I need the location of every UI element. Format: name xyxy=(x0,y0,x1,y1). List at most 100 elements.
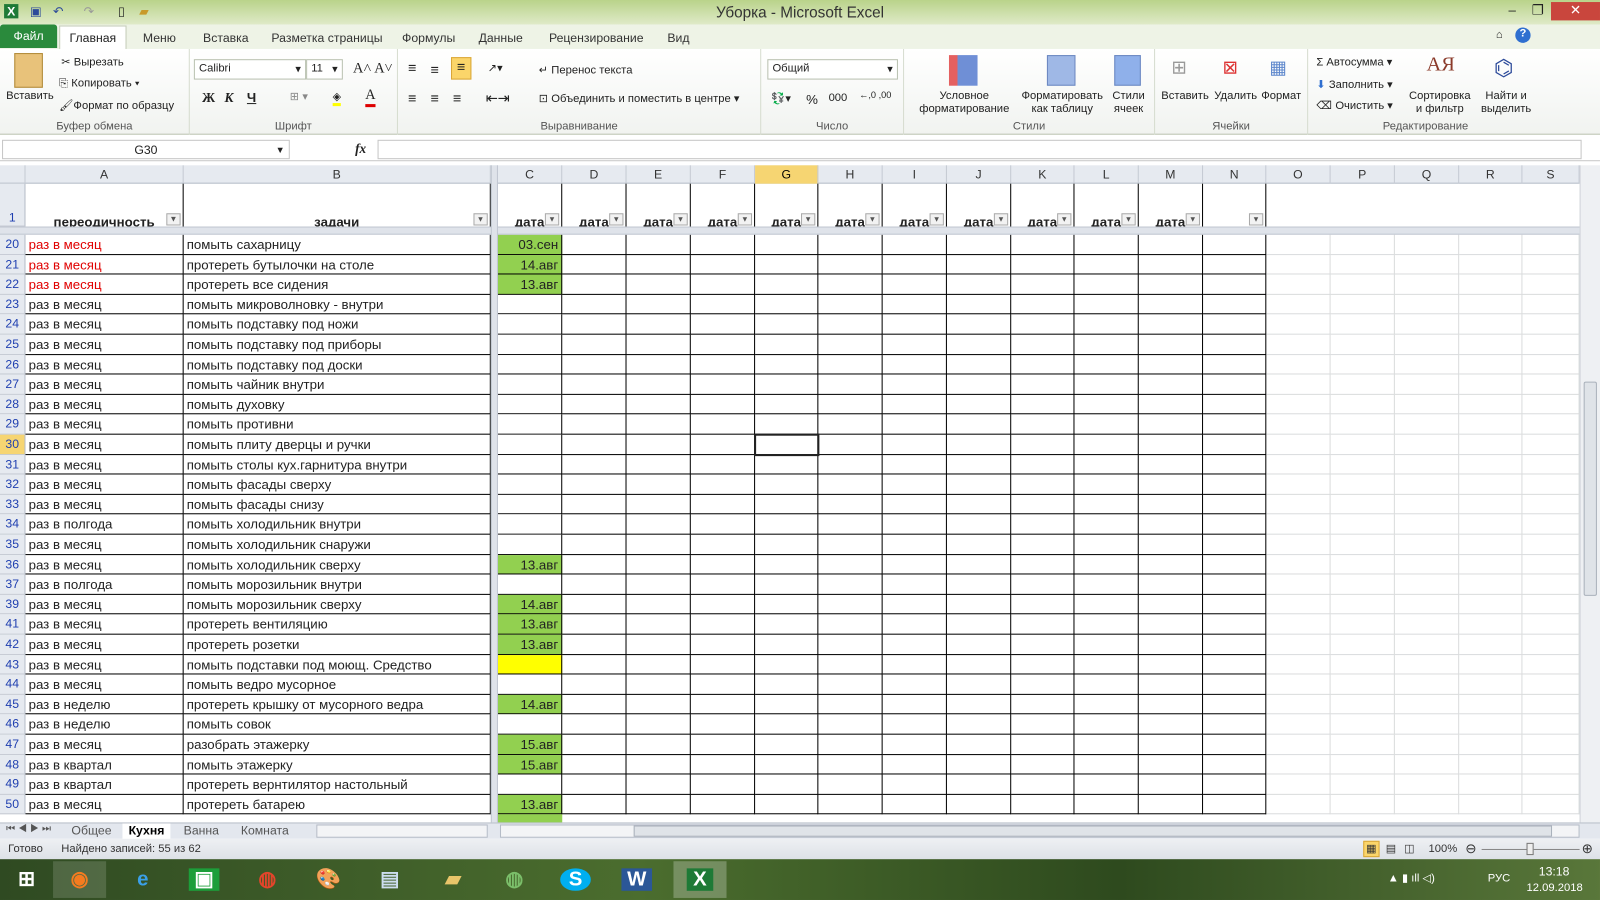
autosum-button[interactable]: Σ Автосумма ▾ xyxy=(1316,55,1392,68)
cell-empty[interactable] xyxy=(562,694,627,715)
cell-empty[interactable] xyxy=(755,234,819,255)
cell-empty[interactable] xyxy=(1074,794,1139,815)
filter-dropdown-icon[interactable]: ▾ xyxy=(1121,213,1136,226)
cell-periodicity[interactable]: раз в месяц xyxy=(25,254,184,275)
cell-task[interactable]: помыть подставку под ножи xyxy=(183,314,491,335)
cell-date[interactable]: 03.сен xyxy=(497,234,563,255)
store-icon[interactable]: ▣ xyxy=(178,861,231,898)
cell-periodicity[interactable]: раз в месяц xyxy=(25,374,184,395)
cell-empty[interactable] xyxy=(818,694,883,715)
cell-periodicity[interactable]: раз в месяц xyxy=(25,274,184,295)
filter-dropdown-icon[interactable]: ▾ xyxy=(609,213,624,226)
cell-task[interactable]: помыть духовку xyxy=(183,394,491,415)
cell-date[interactable]: 15.авг xyxy=(497,734,563,755)
cell-empty[interactable] xyxy=(1203,754,1267,775)
cell-empty[interactable] xyxy=(562,734,627,755)
formula-input[interactable] xyxy=(377,139,1582,160)
cell-task[interactable]: помыть столы кух.гарнитура внутри xyxy=(183,454,491,475)
cell-date[interactable] xyxy=(497,414,563,435)
cell-empty[interactable] xyxy=(626,394,691,415)
cell-empty[interactable] xyxy=(626,274,691,295)
number-format-select[interactable]: Общий ▾ xyxy=(767,59,898,80)
row-header[interactable]: 20 xyxy=(0,234,26,255)
cell-empty[interactable] xyxy=(1138,254,1204,275)
column-header-I[interactable]: I xyxy=(883,165,947,184)
cell-task[interactable]: протереть бутылочки на столе xyxy=(183,254,491,275)
cell-empty[interactable] xyxy=(562,674,627,695)
delete-cells-button[interactable]: Удалить xyxy=(1214,90,1257,102)
cell-empty[interactable] xyxy=(1138,734,1204,755)
cell-empty[interactable] xyxy=(1330,294,1395,315)
cell-empty[interactable] xyxy=(1011,694,1075,715)
cell-empty[interactable] xyxy=(562,614,627,635)
zoom-level[interactable]: 100% xyxy=(1429,843,1458,855)
cell-task[interactable]: протереть крышку от мусорного ведра xyxy=(183,694,491,715)
cell-empty[interactable] xyxy=(1074,434,1139,455)
chrome-icon[interactable]: ◍ xyxy=(241,861,294,898)
cell-empty[interactable] xyxy=(626,734,691,755)
cell-empty[interactable] xyxy=(626,354,691,375)
cell-empty[interactable] xyxy=(755,734,819,755)
horizontal-scrollbar-left[interactable] xyxy=(316,824,488,838)
cell-date[interactable]: 13.авг xyxy=(497,794,563,815)
cell-empty[interactable] xyxy=(1011,514,1075,535)
filter-dropdown-icon[interactable]: ▾ xyxy=(1185,213,1200,226)
cell-empty[interactable] xyxy=(818,394,883,415)
cell-empty[interactable] xyxy=(562,794,627,815)
cell-empty[interactable] xyxy=(626,794,691,815)
find-select-button[interactable]: Найти и выделить xyxy=(1473,90,1538,117)
cell-date[interactable]: 15.авг xyxy=(497,754,563,775)
cell-empty[interactable] xyxy=(946,574,1012,595)
cell-empty[interactable] xyxy=(1203,714,1267,735)
cell-empty[interactable] xyxy=(946,354,1012,375)
cell-empty[interactable] xyxy=(1459,314,1523,335)
cell-empty[interactable] xyxy=(562,534,627,555)
cell-empty[interactable] xyxy=(1203,354,1267,375)
column-header-Q[interactable]: Q xyxy=(1395,165,1460,184)
cell-empty[interactable] xyxy=(1330,534,1395,555)
cell-empty[interactable] xyxy=(1330,394,1395,415)
align-middle-icon[interactable]: ≡ xyxy=(431,61,439,77)
cell-empty[interactable] xyxy=(690,694,756,715)
cell-empty[interactable] xyxy=(1074,654,1139,675)
row-header[interactable]: 22 xyxy=(0,274,26,295)
cell-empty[interactable] xyxy=(1522,794,1580,815)
cell-empty[interactable] xyxy=(1330,674,1395,695)
filter-dropdown-icon[interactable]: ▾ xyxy=(473,213,488,226)
cell-date[interactable] xyxy=(497,774,563,795)
cell-empty[interactable] xyxy=(562,434,627,455)
row-header[interactable]: 48 xyxy=(0,754,26,775)
cell-empty[interactable] xyxy=(946,514,1012,535)
cell-task[interactable]: протереть все сидения xyxy=(183,274,491,295)
cell-empty[interactable] xyxy=(946,414,1012,435)
cell-empty[interactable] xyxy=(562,414,627,435)
cell-periodicity[interactable]: раз в квартал xyxy=(25,774,184,795)
cell-empty[interactable] xyxy=(1459,434,1523,455)
cell-empty[interactable] xyxy=(946,534,1012,555)
cell-empty[interactable] xyxy=(626,494,691,515)
column-header-A[interactable]: A xyxy=(26,165,184,184)
cell-empty[interactable] xyxy=(1074,274,1139,295)
merge-center-button[interactable]: ⊡ Объединить и поместить в центре ▾ xyxy=(539,92,740,105)
cell-empty[interactable] xyxy=(1074,774,1139,795)
cell-empty[interactable] xyxy=(1266,434,1331,455)
cell-empty[interactable] xyxy=(818,454,883,475)
cell-periodicity[interactable]: раз в месяц xyxy=(25,494,184,515)
cell-empty[interactable] xyxy=(1011,294,1075,315)
cell-periodicity[interactable]: раз в полгода xyxy=(25,574,184,595)
cell-task[interactable]: помыть совок xyxy=(183,714,491,735)
cell-empty[interactable] xyxy=(946,374,1012,395)
cell-empty[interactable] xyxy=(755,714,819,735)
cell-empty[interactable] xyxy=(818,474,883,495)
zoom-slider-handle[interactable] xyxy=(1526,842,1534,856)
sheet-tab-kitchen[interactable]: Кухня xyxy=(122,823,171,840)
cell-task[interactable]: помыть фасады сверху xyxy=(183,474,491,495)
cell-empty[interactable] xyxy=(1522,694,1580,715)
cell-date[interactable]: 14.авг xyxy=(497,694,563,715)
cell-empty[interactable] xyxy=(1011,414,1075,435)
cell-task[interactable]: помыть подставки под моющ. Средство xyxy=(183,654,491,675)
cell-empty[interactable] xyxy=(1330,274,1395,295)
grow-font-icon[interactable]: A˄ A˅ xyxy=(353,61,393,77)
cell-empty[interactable] xyxy=(1074,514,1139,535)
cell-empty[interactable] xyxy=(818,574,883,595)
